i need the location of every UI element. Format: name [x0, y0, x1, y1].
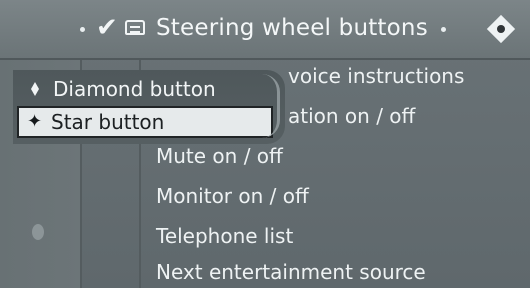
list-item[interactable]: Monitor on / off [156, 182, 309, 210]
diamond-marker-icon [32, 224, 44, 240]
list-item[interactable]: voice instructions [288, 62, 464, 90]
steering-wheel-icon [125, 20, 145, 35]
popup-edge [262, 74, 280, 138]
scroll-left-indicator-icon[interactable] [80, 27, 85, 32]
header-bar: ✔ Steering wheel buttons [0, 0, 530, 60]
check-mark-icon: ✔ [96, 13, 118, 43]
diamond-button-option[interactable]: Diamond button [17, 74, 275, 104]
star-icon: ✦ [27, 111, 43, 132]
diamond-icon [31, 82, 39, 96]
steering-wheel-buttons-screen: ✔ Steering wheel buttons voice instructi… [0, 0, 530, 288]
list-item[interactable]: Mute on / off [156, 142, 283, 170]
scroll-right-indicator-icon[interactable] [441, 27, 446, 32]
star-button-option[interactable]: ✦ Star button [17, 106, 273, 138]
page-title: Steering wheel buttons [156, 15, 428, 41]
list-item[interactable]: ation on / off [288, 102, 415, 130]
list-item[interactable]: Next entertainment source [156, 258, 426, 286]
option-label: Star button [51, 110, 165, 134]
list-item[interactable]: Telephone list [156, 222, 293, 250]
option-label: Diamond button [53, 77, 216, 101]
controller-icon [486, 14, 516, 44]
